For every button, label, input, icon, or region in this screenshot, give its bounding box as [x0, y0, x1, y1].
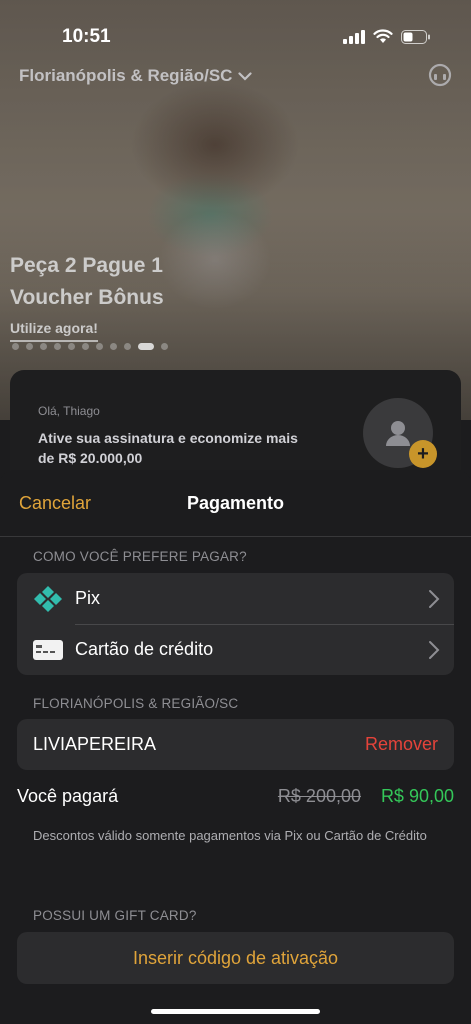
- location-selector[interactable]: Florianópolis & Região/SC: [19, 66, 253, 86]
- payment-method-credit-card[interactable]: Cartão de crédito: [17, 624, 454, 675]
- home-indicator[interactable]: [151, 1009, 320, 1014]
- original-price: R$ 200,00: [277, 786, 361, 806]
- battery-icon: [401, 29, 430, 44]
- promo-cta-link[interactable]: Utilize agora!: [10, 320, 98, 342]
- remove-coupon-button[interactable]: Remover: [365, 734, 438, 755]
- payment-method-label: Cartão de crédito: [75, 639, 214, 659]
- carousel-dot[interactable]: [40, 343, 47, 350]
- hero-banner[interactable]: [0, 0, 471, 420]
- carousel-dot[interactable]: [82, 343, 89, 350]
- pix-icon: [34, 586, 62, 612]
- you-pay-label: Você pagará: [17, 786, 119, 806]
- status-icons: [343, 29, 431, 44]
- add-photo-button[interactable]: +: [409, 440, 437, 468]
- discount-disclaimer: Descontos válido somente pagamentos via …: [33, 828, 427, 843]
- carousel-dot[interactable]: [161, 343, 168, 350]
- carousel-dot[interactable]: [54, 343, 61, 350]
- chevron-down-icon: [238, 71, 253, 81]
- region-section-label: FLORIANÓPOLIS & REGIÃO/SC: [33, 696, 239, 711]
- support-headset-icon[interactable]: [427, 62, 453, 88]
- payment-methods-list: Pix Cartão de crédito: [17, 573, 454, 675]
- status-time: 10:51: [62, 26, 111, 47]
- promo-title-line2: Voucher Bônus: [10, 286, 164, 309]
- sheet-title: Pagamento: [186, 493, 285, 513]
- greeting-message: Ative sua assinatura e economize mais de…: [38, 430, 298, 466]
- insert-activation-code-button[interactable]: Inserir código de ativação: [17, 932, 454, 984]
- insert-activation-code-label: Inserir código de ativação: [132, 947, 339, 968]
- carousel-dot[interactable]: [110, 343, 117, 350]
- coupon-content: LIVIAPEREIRA Remover: [17, 719, 454, 770]
- promo-banner[interactable]: Peça 2 Pague 1 Voucher Bônus Utilize ago…: [10, 250, 164, 342]
- wifi-icon: [373, 29, 393, 43]
- status-bar: 10:51: [0, 26, 471, 52]
- payment-method-pix[interactable]: Pix: [17, 573, 454, 624]
- total-row: Você pagará R$ 200,00 R$ 90,00: [17, 786, 454, 812]
- credit-card-icon: [33, 640, 63, 660]
- gift-card-section-label: POSSUI UM GIFT CARD?: [33, 908, 197, 923]
- chevron-right-icon: [429, 590, 440, 608]
- greeting-name: Olá, Thiago: [38, 404, 100, 418]
- promo-title-line1: Peça 2 Pague 1: [10, 254, 163, 277]
- carousel-dot[interactable]: [138, 343, 154, 350]
- carousel-dot[interactable]: [26, 343, 33, 350]
- chevron-right-icon: [429, 641, 440, 659]
- payment-section-label: COMO VOCÊ PREFERE PAGAR?: [33, 549, 247, 564]
- carousel-dot[interactable]: [12, 343, 19, 350]
- payment-method-label: Pix: [75, 588, 101, 608]
- cellular-signal-icon: [343, 29, 365, 44]
- coupon-code: LIVIAPEREIRA: [33, 734, 157, 754]
- carousel-dot[interactable]: [68, 343, 75, 350]
- discounted-price: R$ 90,00: [380, 786, 454, 806]
- payment-sheet: Cancelar Pagamento COMO VOCÊ PREFERE PAG…: [0, 470, 471, 1024]
- carousel-indicator[interactable]: [12, 343, 168, 350]
- carousel-dot[interactable]: [124, 343, 131, 350]
- sheet-header: Cancelar Pagamento: [0, 470, 471, 537]
- carousel-dot[interactable]: [96, 343, 103, 350]
- location-label: Florianópolis & Região/SC: [19, 66, 233, 85]
- coupon-row: LIVIAPEREIRA Remover: [17, 719, 454, 770]
